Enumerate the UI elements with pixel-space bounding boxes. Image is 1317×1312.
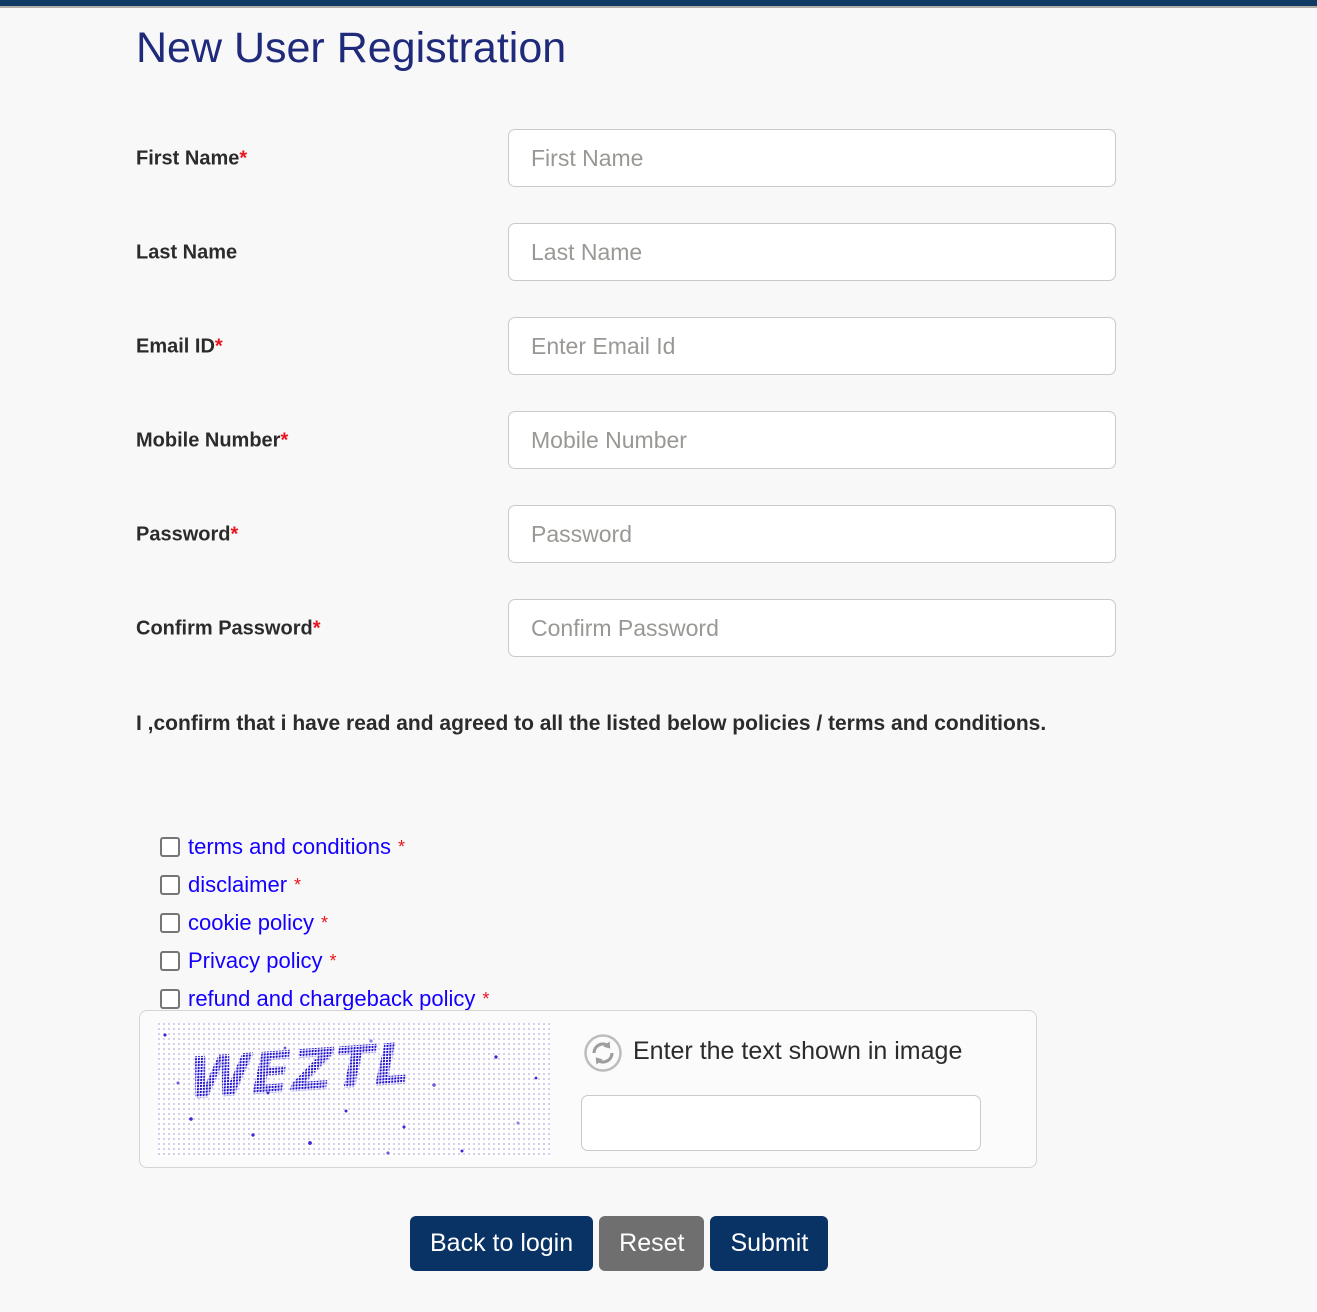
password-input[interactable] <box>508 505 1116 563</box>
required-marker: * <box>230 523 239 546</box>
consent-text: I ,confirm that i have read and agreed t… <box>136 712 1047 735</box>
form-row-mobile: Mobile Number* <box>0 411 1317 471</box>
required-marker: * <box>312 617 321 640</box>
required-marker: * <box>280 429 289 452</box>
policy-row-terms: terms and conditions * <box>160 828 489 866</box>
form-row-email: Email ID* <box>0 317 1317 377</box>
policy-row-cookie-policy: cookie policy * <box>160 904 489 942</box>
captcha-image-text: WEZTL <box>187 1031 414 1112</box>
checkbox-terms-and-conditions[interactable] <box>160 837 180 857</box>
label-confirm-password: Confirm Password* <box>136 618 321 641</box>
link-disclaimer[interactable]: disclaimer <box>188 872 287 898</box>
checkbox-cookie-policy[interactable] <box>160 913 180 933</box>
form-row-last-name: Last Name <box>0 223 1317 283</box>
checkbox-disclaimer[interactable] <box>160 875 180 895</box>
captcha-instruction-label: Enter the text shown in image <box>633 1037 963 1065</box>
last-name-input[interactable] <box>508 223 1116 281</box>
policy-row-privacy-policy: Privacy policy * <box>160 942 489 980</box>
back-to-login-button[interactable]: Back to login <box>410 1216 594 1271</box>
label-email-text: Email ID <box>136 335 215 358</box>
required-marker: * <box>294 874 302 895</box>
checkbox-privacy-policy[interactable] <box>160 951 180 971</box>
refresh-icon[interactable] <box>583 1033 623 1073</box>
page-title: New User Registration <box>136 24 567 72</box>
form-row-confirm-password: Confirm Password* <box>0 599 1317 659</box>
checkbox-refund-and-chargeback-policy[interactable] <box>160 989 180 1009</box>
link-privacy-policy[interactable]: Privacy policy <box>188 948 322 974</box>
form-row-first-name: First Name* <box>0 129 1317 189</box>
label-password-text: Password <box>136 523 231 546</box>
email-input[interactable] <box>508 317 1116 375</box>
link-refund-and-chargeback-policy[interactable]: refund and chargeback policy <box>188 986 475 1012</box>
label-first-name-text: First Name <box>136 147 240 170</box>
captcha-panel: WEZTL Enter the text shown in image <box>139 1010 1037 1168</box>
link-terms-and-conditions[interactable]: terms and conditions <box>188 834 391 860</box>
policy-checkbox-list: terms and conditions * disclaimer * cook… <box>160 828 489 1018</box>
submit-button[interactable]: Submit <box>710 1216 829 1271</box>
required-marker: * <box>482 988 490 1009</box>
required-marker: * <box>239 147 248 170</box>
registration-page: New User Registration First Name* Last N… <box>0 8 1317 1312</box>
label-last-name: Last Name <box>136 241 238 264</box>
first-name-input[interactable] <box>508 129 1116 187</box>
label-first-name: First Name* <box>136 148 247 171</box>
captcha-image: WEZTL <box>158 1023 550 1157</box>
mobile-input[interactable] <box>508 411 1116 469</box>
label-email: Email ID* <box>136 336 223 359</box>
confirm-password-input[interactable] <box>508 599 1116 657</box>
label-mobile-text: Mobile Number <box>136 429 281 452</box>
required-marker: * <box>398 836 406 857</box>
captcha-input[interactable] <box>581 1095 981 1151</box>
required-marker: * <box>214 335 223 358</box>
required-marker: * <box>320 912 328 933</box>
button-bar: Back to login Reset Submit <box>410 1216 829 1271</box>
label-mobile: Mobile Number* <box>136 430 288 453</box>
form-row-password: Password* <box>0 505 1317 565</box>
label-password: Password* <box>136 524 238 547</box>
reset-button[interactable]: Reset <box>599 1216 705 1271</box>
policy-row-disclaimer: disclaimer * <box>160 866 489 904</box>
required-marker: * <box>329 950 337 971</box>
label-confirm-password-text: Confirm Password <box>136 617 313 640</box>
link-cookie-policy[interactable]: cookie policy <box>188 910 314 936</box>
